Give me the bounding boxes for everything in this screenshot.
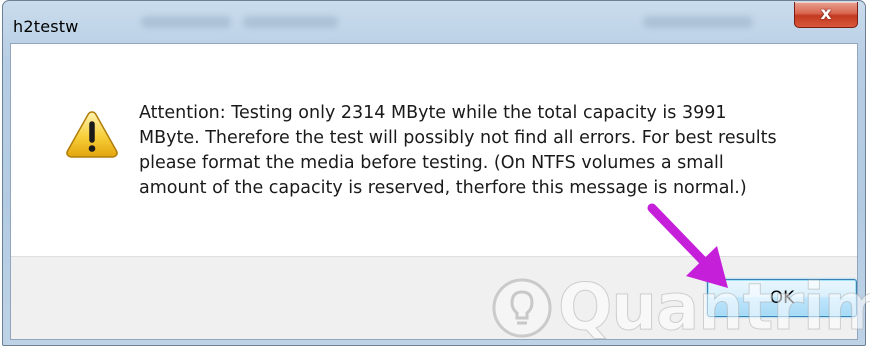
close-button[interactable]: x [794, 2, 858, 28]
dialog-body: Attention: Testing only 2314 MByte while… [10, 43, 858, 340]
message-area: Attention: Testing only 2314 MByte while… [11, 44, 857, 256]
close-icon: x [820, 4, 832, 24]
ok-button[interactable]: OK [707, 279, 857, 317]
warning-icon [66, 111, 118, 158]
message-text: Attention: Testing only 2314 MByte while… [139, 103, 777, 198]
window-title: h2testw [13, 17, 79, 36]
blurred-background [243, 16, 338, 28]
blurred-background [141, 16, 231, 28]
screenshot-stage: h2testw x Attention: Testing only 2314 M… [0, 0, 870, 349]
title-bar[interactable]: h2testw x [3, 1, 865, 43]
blurred-background [643, 16, 753, 28]
dialog-window: h2testw x Attention: Testing only 2314 M… [2, 0, 866, 346]
